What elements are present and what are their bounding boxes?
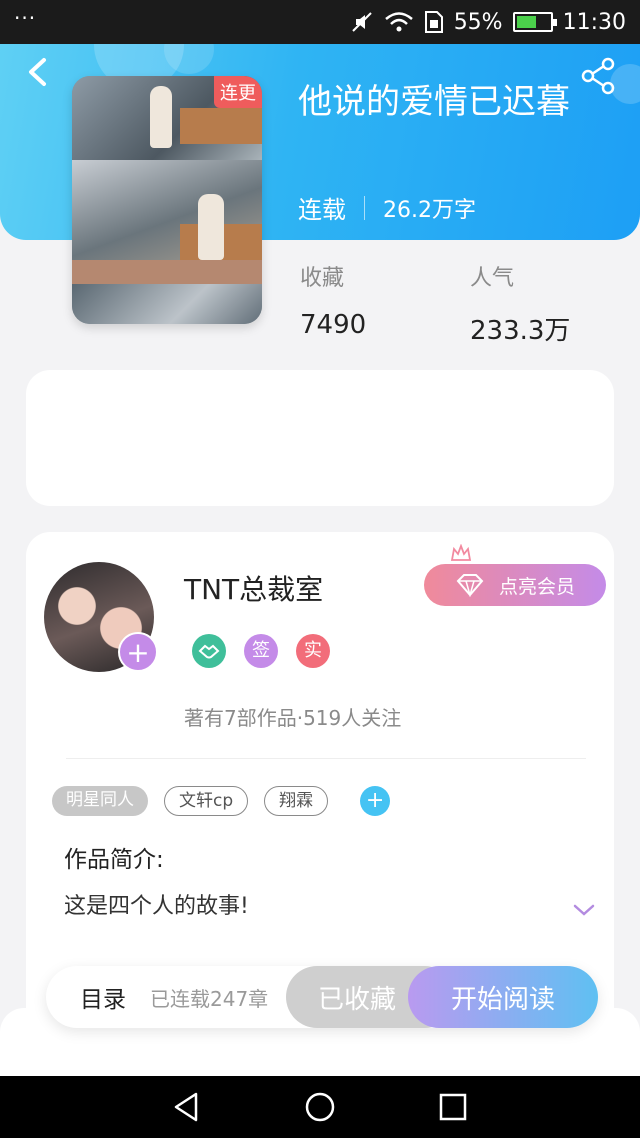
plus-icon: + [126,636,150,669]
start-reading-button[interactable]: 开始阅读 [408,966,598,1028]
tag-item[interactable]: 明星同人 [52,786,148,816]
share-icon [581,57,615,95]
vip-button-label: 点亮会员 [498,575,575,598]
author-badges: 签 实 [192,634,330,668]
share-button[interactable] [578,56,618,96]
vip-button[interactable]: 点亮会员 [424,564,606,606]
battery-icon [512,12,557,32]
handshake-icon [192,634,226,668]
author-name[interactable]: TNT总裁室 [184,568,323,608]
mute-icon [351,12,372,32]
tag-list: 明星同人 文轩cp 翔霖 + [52,786,391,816]
favorites-label: 收藏 [300,266,345,291]
back-button[interactable] [18,52,58,92]
update-tag: 连更 [214,76,262,108]
divider [66,758,586,759]
system-nav-bar [0,1076,640,1138]
add-tag-button[interactable]: + [360,786,391,816]
status-bar: ··· 55% 11:30 [0,0,640,44]
chevron-left-icon [29,58,46,86]
word-count: 26.2万字 [383,197,476,223]
tag-item[interactable]: 翔霖 [264,786,329,816]
book-meta: 连载 26.2万字 [298,190,476,225]
popularity-label: 人气 [470,266,515,291]
popularity-value: 233.3万 [470,316,571,346]
wifi-icon [384,12,413,32]
bottom-action-bar: 目录 已连载247章 已收藏 开始阅读 [46,966,598,1028]
tag-item[interactable]: 文轩cp [164,786,249,816]
notification-dots: ··· [14,6,37,30]
back-triangle-icon[interactable] [170,1090,204,1124]
chapter-count: 已连载247章 [150,986,269,1011]
sim-icon [424,11,443,33]
book-title: 他说的爱情已迟暮 [298,82,570,122]
intro-text: 这是四个人的故事! [64,894,249,919]
follow-author-button[interactable]: + [118,632,158,672]
diamond-icon [456,574,484,597]
signed-badge: 签 [244,634,278,668]
chevron-down-icon[interactable] [572,898,596,922]
favorites-stat: 收藏 7490 [300,260,366,340]
clock: 11:30 [562,9,626,35]
serial-status: 连载 [298,196,346,224]
blank-card [26,370,614,506]
intro-heading: 作品简介: [64,847,164,873]
book-cover[interactable]: 连更 [72,76,262,324]
popularity-stat: 人气 233.3万 [470,260,570,347]
battery-percent: 55% [453,9,503,35]
favorites-value: 7490 [300,310,367,340]
meta-divider [364,195,365,220]
home-circle-icon[interactable] [303,1090,337,1124]
verified-badge: 实 [296,634,330,668]
toc-button[interactable]: 目录 [80,980,126,1014]
author-stats: 著有7部作品·519人关注 [184,706,402,730]
recents-square-icon[interactable] [436,1090,470,1124]
